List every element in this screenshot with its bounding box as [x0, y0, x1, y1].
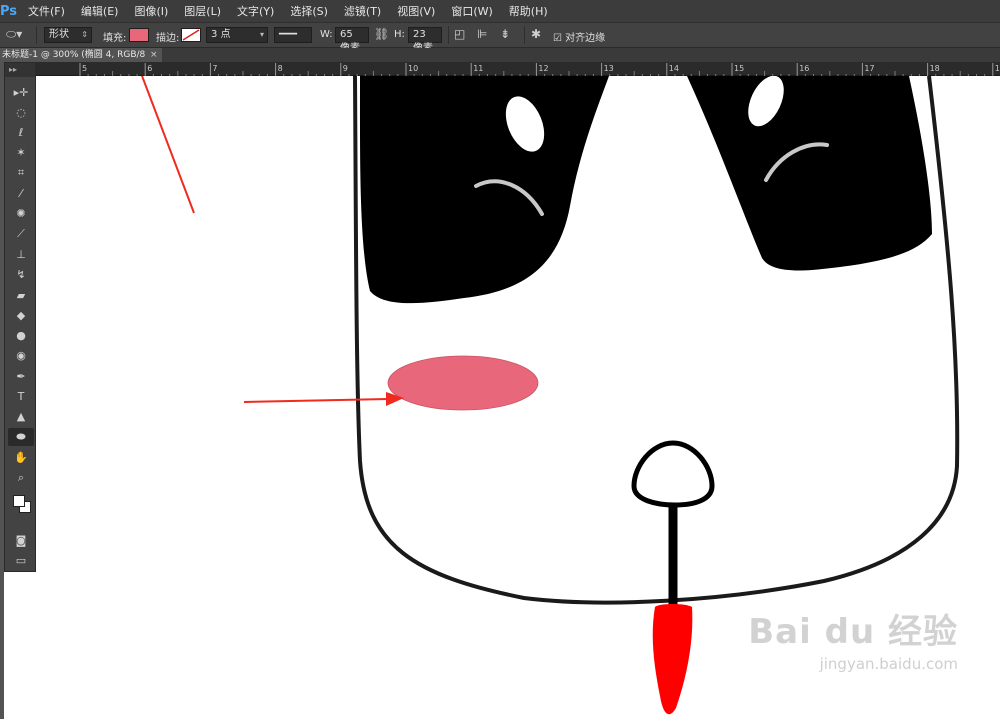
menu-type[interactable]: 文字(Y)	[229, 3, 282, 19]
ruler-tick-label: 18	[930, 64, 940, 73]
menu-help[interactable]: 帮助(H)	[501, 3, 556, 19]
pen-tool-icon[interactable]: ✒	[8, 367, 34, 385]
path-operations-icon[interactable]: ◰	[454, 27, 465, 41]
stroke-none-swatch[interactable]	[181, 28, 201, 42]
menu-bar: Ps 文件(F) 编辑(E) 图像(I) 图层(L) 文字(Y) 选择(S) 滤…	[0, 0, 1000, 22]
fill-label: 填充:	[103, 33, 127, 44]
ruler-ticks: 5 6 7 8 9 10 11 12 13 14 15 16 17 18 19	[79, 63, 1000, 77]
marquee-tool-icon[interactable]: ◌	[8, 103, 34, 121]
color-swatches[interactable]	[11, 493, 33, 515]
photoshop-logo-icon: Ps	[0, 3, 18, 19]
stroke-type-select[interactable]: ━━━	[274, 27, 312, 43]
path-alignment-icon[interactable]: ⊫	[477, 27, 487, 41]
gear-icon[interactable]: ✱	[531, 27, 541, 41]
watermark-url: jingyan.baidu.com	[819, 655, 958, 673]
baidu-watermark: Bai du 经验 jingyan.baidu.com	[748, 604, 958, 673]
eraser-tool-icon[interactable]: ▰	[8, 286, 34, 304]
magic-wand-tool-icon[interactable]: ✶	[8, 144, 34, 162]
menu-edit[interactable]: 编辑(E)	[73, 3, 127, 19]
ruler-tick-label: 11	[473, 64, 483, 73]
width-label: W:	[320, 29, 333, 40]
toolbox-panel: ▸▸ ▸✛ ◌ ℓ ✶ ⌗ ⁄ ✺ ⟋ ⊥ ↯ ▰ ◆ ● ◉ ✒ T ▲ ⬬ ✋ ⌕ ◙ ▭	[4, 62, 36, 572]
menu-filter[interactable]: 滤镜(T)	[336, 3, 389, 19]
lasso-tool-icon[interactable]: ℓ	[8, 124, 34, 142]
cheek-ellipse	[387, 355, 539, 411]
blur-tool-icon[interactable]: ●	[8, 327, 34, 345]
dodge-tool-icon[interactable]: ◉	[8, 347, 34, 365]
ruler-tick-label: 7	[212, 64, 217, 73]
horizontal-ruler[interactable]: 5 6 7 8 9 10 11 12 13 14 15 16 17 18 19	[16, 62, 1000, 77]
tool-mode-value: 形状	[49, 29, 69, 40]
menu-layer[interactable]: 图层(L)	[176, 3, 229, 19]
height-input[interactable]: 23 像素	[408, 27, 442, 54]
document-title: 未标题-1 @ 300% (椭圆 4, RGB/8	[2, 50, 146, 60]
link-icon[interactable]: ⛓	[374, 27, 389, 41]
ruler-tick-label: 17	[864, 64, 874, 73]
eyedropper-tool-icon[interactable]: ⁄	[8, 185, 34, 203]
healing-brush-tool-icon[interactable]: ✺	[8, 205, 34, 223]
stroke-width-value: 3 点	[211, 29, 231, 40]
menu-image[interactable]: 图像(I)	[126, 3, 176, 19]
move-tool-icon[interactable]: ▸✛	[8, 83, 34, 101]
no-stroke-icon	[182, 29, 200, 41]
brush-tool-icon[interactable]: ⟋	[8, 225, 34, 243]
clone-stamp-tool-icon[interactable]: ⊥	[8, 245, 34, 263]
ruler-tick-label: 14	[669, 64, 679, 73]
menu-file[interactable]: 文件(F)	[20, 3, 73, 19]
width-input[interactable]: 65 像素	[335, 27, 369, 54]
options-bar: ⬭▾ 形状 ⇕ 填充: 描边: 3 点 ▾ ━━━ W: 65 像素 ⛓ H: 23…	[0, 22, 1000, 54]
paint-bucket-tool-icon[interactable]: ◆	[8, 306, 34, 324]
document-tab[interactable]: 未标题-1 @ 300% (椭圆 4, RGB/8	[0, 48, 162, 62]
zoom-tool-icon[interactable]: ⌕	[8, 469, 34, 487]
ruler-tick-label: 13	[604, 64, 614, 73]
ruler-tick-label: 8	[278, 64, 283, 73]
ruler-tick-label: 10	[408, 64, 418, 73]
ellipse-tool-icon[interactable]: ⬬	[8, 428, 34, 447]
ruler-tick-label: 12	[538, 64, 548, 73]
fill-color-swatch[interactable]	[129, 28, 149, 42]
options-separator	[524, 26, 525, 44]
options-separator	[36, 26, 37, 44]
chevron-down-icon: ▾	[259, 30, 264, 39]
ellipse-preset-icon[interactable]: ⬭▾	[6, 27, 22, 42]
ruler-tick-label: 15	[734, 64, 744, 73]
ruler-tick-label: 9	[343, 64, 348, 73]
ruler-tick-label: 19	[995, 64, 1000, 73]
align-edges-checkbox[interactable]: ☑ 对齐边缘	[553, 29, 605, 44]
menu-view[interactable]: 视图(V)	[389, 3, 443, 19]
crop-tool-icon[interactable]: ⌗	[8, 164, 34, 182]
align-edges-label: 对齐边缘	[565, 33, 606, 44]
menu-window[interactable]: 窗口(W)	[443, 3, 500, 19]
annotation-arrow-top	[140, 76, 195, 214]
ruler-tick-label: 5	[82, 64, 87, 73]
tool-mode-select[interactable]: 形状 ⇕	[44, 27, 92, 43]
chevron-down-icon: ⇕	[81, 30, 88, 39]
foreground-color-swatch[interactable]	[13, 495, 25, 507]
document-tab-bar: 未标题-1 @ 300% (椭圆 4, RGB/8 ×	[0, 48, 1000, 62]
height-label: H:	[394, 29, 405, 40]
options-separator	[448, 26, 449, 44]
checkbox-checked-icon: ☑	[553, 33, 562, 44]
tongue	[652, 604, 693, 715]
ruler-tick-label: 6	[147, 64, 152, 73]
stroke-label: 描边:	[156, 33, 180, 44]
stroke-width-select[interactable]: 3 点 ▾	[206, 27, 268, 43]
type-tool-icon[interactable]: T	[8, 388, 34, 406]
toolbox-grip[interactable]: ▸▸	[5, 63, 35, 77]
menu-select[interactable]: 选择(S)	[282, 3, 336, 19]
watermark-main: Bai du 经验	[748, 612, 958, 652]
history-brush-tool-icon[interactable]: ↯	[8, 266, 34, 284]
screen-mode-icon[interactable]: ▭	[8, 551, 34, 569]
hand-tool-icon[interactable]: ✋	[8, 448, 34, 466]
stroke-line-icon: ━━━	[279, 29, 298, 40]
path-selection-tool-icon[interactable]: ▲	[8, 408, 34, 426]
path-arrangement-icon[interactable]: ⇟	[500, 27, 510, 41]
ruler-tick-label: 16	[799, 64, 809, 73]
close-icon[interactable]: ×	[150, 48, 158, 62]
quick-mask-icon[interactable]: ◙	[8, 531, 34, 549]
